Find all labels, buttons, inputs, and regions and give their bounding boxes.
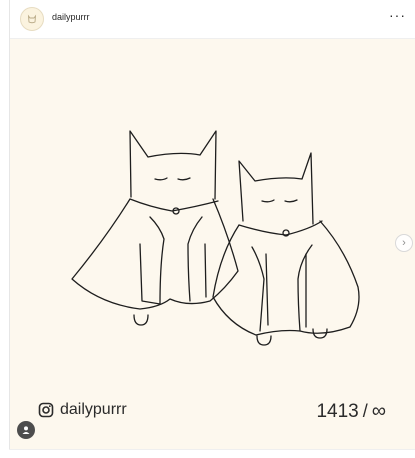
- profile-avatar[interactable]: [17, 421, 35, 439]
- counter-current: 1413: [316, 401, 359, 422]
- counter-total: ∞: [371, 400, 386, 422]
- next-slide-button[interactable]: ›: [395, 234, 413, 252]
- watermark-brand: dailypurrr: [38, 401, 127, 419]
- cat-face-logo-icon: [27, 14, 37, 24]
- account-username[interactable]: dailypurrr: [52, 12, 90, 22]
- more-options-icon[interactable]: ···: [389, 8, 406, 22]
- post-image[interactable]: › dailypurrr 1413 / ∞: [10, 39, 415, 449]
- instagram-icon: [38, 402, 54, 418]
- two-cats-in-cloaks-illustration: [71, 130, 360, 346]
- user-avatar-icon: [22, 426, 30, 434]
- counter-separator: /: [362, 401, 368, 421]
- account-avatar[interactable]: [20, 7, 44, 31]
- instagram-post: dailypurrr ··· › dailypurrr 1413 / ∞: [9, 0, 415, 457]
- chevron-right-icon: ›: [402, 236, 406, 249]
- watermark-username: dailypurrr: [60, 401, 127, 418]
- post-header: dailypurrr ···: [10, 0, 415, 39]
- day-counter: 1413 / ∞: [316, 400, 386, 423]
